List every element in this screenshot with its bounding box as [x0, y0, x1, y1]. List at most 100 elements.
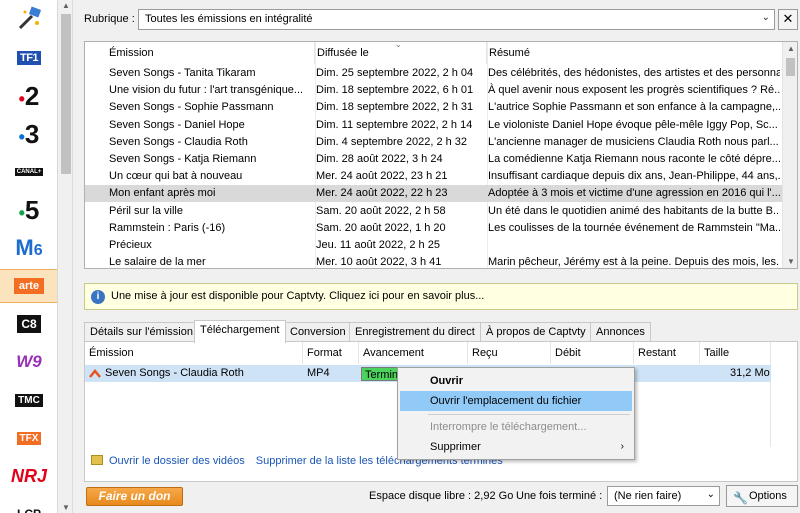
emission-title: Une vision du futur : l'art transgénique… — [109, 84, 304, 97]
w9-logo-icon: W9 — [16, 352, 42, 371]
emission-row[interactable]: Seven Songs - Daniel Hope Dim. 11 septemb… — [85, 117, 783, 134]
m6-logo-icon: M6 — [15, 235, 43, 260]
emission-date: Jeu. 11 août 2022, 2 h 25 — [316, 239, 440, 251]
emission-row[interactable]: Mon enfant après moi Mer. 24 août 2022, 2… — [85, 185, 783, 203]
emissions-scroll-thumb[interactable] — [786, 58, 795, 76]
dl-header-avancement[interactable]: Avancement — [359, 342, 468, 364]
dl-header-taille[interactable]: Taille — [700, 342, 771, 364]
emission-date: Mer. 24 août 2022, 22 h 23 — [316, 187, 448, 200]
channel-arte[interactable]: arte — [0, 269, 57, 303]
wrench-icon: 🔧 — [733, 491, 748, 505]
menu-item-open[interactable]: Ouvrir — [400, 371, 632, 391]
c8-logo-icon: C8 — [17, 315, 41, 333]
channel-sidebar: TF1 •2 •3 CANAL+ •5 M6 arte C8 W9 TMC TF — [0, 0, 58, 513]
emission-row[interactable]: Seven Songs - Tanita Tikaram Dim. 25 sept… — [85, 65, 783, 82]
dl-header-format[interactable]: Format — [303, 342, 359, 364]
close-button[interactable]: ✕ — [778, 9, 798, 30]
emission-row[interactable]: Seven Songs - Sophie Passmann Dim. 18 sep… — [85, 99, 783, 116]
tfx-logo-icon: TFX — [16, 431, 42, 445]
submenu-arrow-icon: › — [620, 441, 624, 452]
emission-row[interactable]: Précieux Jeu. 11 août 2022, 2 h 25 — [85, 237, 783, 254]
channel-tf1[interactable]: TF1 — [0, 41, 57, 75]
channel-lcp[interactable]: LCP — [0, 497, 57, 513]
emission-date: Dim. 25 septembre 2022, 2 h 04 — [316, 67, 474, 79]
tab-annonces[interactable]: Annonces — [590, 322, 651, 342]
rubrique-select[interactable]: Toutes les émissions en intégralité ⌄ — [138, 9, 775, 30]
tab-conversion[interactable]: Conversion — [284, 322, 352, 342]
emission-date: Dim. 11 septembre 2022, 2 h 14 — [316, 118, 473, 131]
channel-w9[interactable]: W9 — [0, 345, 57, 379]
update-banner-text: Une mise à jour est disponible pour Capt… — [111, 290, 485, 302]
emission-title: Seven Songs - Sophie Passmann — [109, 101, 274, 114]
channel-france2[interactable]: •2 — [0, 79, 57, 113]
emission-row[interactable]: Un cœur qui bat à nouveau Mer. 24 août 20… — [85, 168, 783, 185]
donate-button[interactable]: Faire un don — [86, 487, 183, 506]
captvty-window: TF1 •2 •3 CANAL+ •5 M6 arte C8 W9 TMC TF — [0, 0, 800, 513]
after-finish-select[interactable]: (Ne rien faire) ⌄ — [607, 486, 720, 506]
tab-details[interactable]: Détails sur l'émission — [84, 322, 199, 342]
channel-france5[interactable]: •5 — [0, 193, 57, 227]
scroll-up-icon[interactable]: ▲ — [62, 1, 70, 10]
tab-a-propos[interactable]: À propos de Captvty — [480, 322, 592, 342]
dl-header-emission[interactable]: Émission — [85, 342, 303, 364]
emission-summary: La comédienne Katja Riemann nous raconte… — [488, 153, 780, 165]
scroll-down-icon[interactable]: ▼ — [62, 503, 70, 512]
emission-date: Mer. 10 août 2022, 3 h 41 — [316, 256, 442, 269]
emission-summary: Insuffisant cardiaque depuis dix ans, Je… — [488, 170, 780, 183]
options-label: Options — [749, 490, 787, 502]
menu-item-delete-label: Supprimer — [430, 441, 481, 453]
channel-m6[interactable]: M6 — [0, 231, 57, 265]
column-header-emission[interactable]: Émission — [85, 42, 315, 64]
update-banner[interactable]: i Une mise à jour est disponible pour Ca… — [84, 283, 798, 310]
scroll-down-icon[interactable]: ▼ — [787, 257, 795, 266]
channel-france3[interactable]: •3 — [0, 117, 57, 151]
arte-logo-icon: arte — [13, 278, 45, 294]
info-icon: i — [91, 290, 105, 304]
channel-nrj12[interactable]: NRJ — [0, 459, 57, 493]
options-button[interactable]: 🔧 Options — [726, 485, 798, 507]
channel-canalplus[interactable]: CANAL+ — [0, 155, 57, 189]
folder-icon — [91, 455, 103, 465]
channel-tfx[interactable]: TFX — [0, 421, 57, 455]
column-header-summary[interactable]: Résumé — [487, 42, 783, 64]
scroll-up-icon[interactable]: ▲ — [787, 44, 795, 53]
emissions-scrollbar[interactable]: ▲ ▼ — [782, 42, 797, 268]
menu-item-open-location[interactable]: Ouvrir l'emplacement du fichier — [400, 391, 632, 411]
channel-tmc[interactable]: TMC — [0, 383, 57, 417]
channel-c8[interactable]: C8 — [0, 307, 57, 341]
dl-header-recu[interactable]: Reçu — [468, 342, 551, 364]
magic-wand-icon[interactable] — [0, 0, 57, 38]
sidebar-scrollbar[interactable]: ▲ ▼ — [59, 0, 73, 513]
download-format: MP4 — [307, 367, 330, 379]
arte-small-icon — [89, 369, 101, 378]
emissions-table[interactable]: Émission Diffusée le Résumé ⌄ Seven Song… — [84, 41, 798, 269]
nrj12-logo-icon: NRJ — [10, 465, 47, 486]
close-icon: ✕ — [782, 11, 794, 26]
sidebar-scroll-thumb[interactable] — [61, 14, 71, 174]
download-size: 31,2 Mo — [730, 367, 770, 379]
emission-row[interactable]: Une vision du futur : l'art transgénique… — [85, 82, 783, 99]
context-menu: Ouvrir Ouvrir l'emplacement du fichier I… — [397, 367, 635, 460]
sort-indicator-icon: ⌄ — [395, 41, 402, 49]
emission-date: Sam. 20 août 2022, 2 h 58 — [316, 204, 446, 217]
emission-row[interactable]: Rammstein : Paris (-16) Sam. 20 août 2022… — [85, 220, 783, 237]
dl-header-debit[interactable]: Débit — [551, 342, 634, 364]
emission-summary: Un été dans le quotidien animé des habit… — [488, 204, 780, 217]
emission-date: Sam. 20 août 2022, 1 h 20 — [316, 221, 446, 234]
after-finish-label: Une fois terminé : — [516, 490, 603, 502]
emission-date: Dim. 18 septembre 2022, 2 h 31 — [316, 101, 474, 114]
tab-telechargement[interactable]: Téléchargement — [194, 320, 286, 343]
emission-title: Seven Songs - Katja Riemann — [109, 153, 257, 165]
emission-summary: L'ancienne manager de musiciens Claudia … — [488, 135, 779, 148]
emission-row[interactable]: Le salaire de la mer Mer. 10 août 2022, 3… — [85, 254, 783, 269]
emission-summary: Marin pêcheur, Jérémy est à la peine. De… — [488, 256, 780, 269]
dl-header-restant[interactable]: Restant — [634, 342, 700, 364]
emission-row[interactable]: Seven Songs - Claudia Roth Dim. 4 septemb… — [85, 134, 783, 151]
disk-space: Espace disque libre : 2,92 Go — [369, 490, 514, 502]
emission-row[interactable]: Seven Songs - Katja Riemann Dim. 28 août … — [85, 151, 783, 168]
menu-item-delete[interactable]: Supprimer › — [400, 437, 632, 457]
open-folder-link[interactable]: Ouvrir le dossier des vidéos — [109, 455, 245, 467]
emission-summary: L'autrice Sophie Passmann et son enfance… — [488, 101, 780, 114]
tab-enregistrement[interactable]: Enregistrement du direct — [349, 322, 481, 342]
emission-row[interactable]: Péril sur la ville Sam. 20 août 2022, 2 h… — [85, 203, 783, 220]
